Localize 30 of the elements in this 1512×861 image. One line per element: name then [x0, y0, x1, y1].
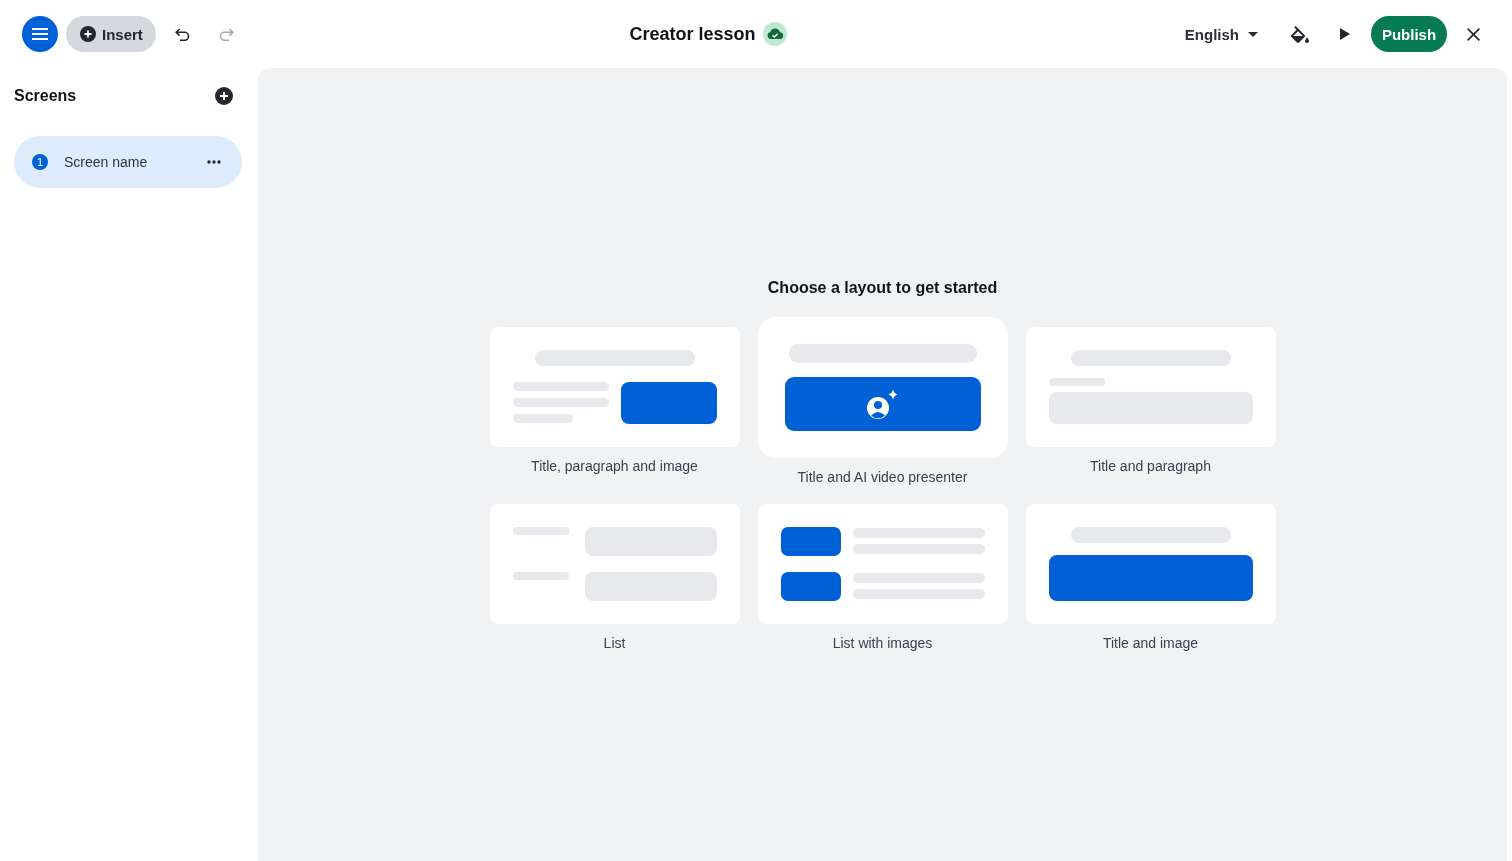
- layout-label: List: [603, 633, 626, 652]
- menu-icon: [32, 28, 48, 40]
- menu-button[interactable]: [22, 16, 58, 52]
- layout-label: Title and image: [1102, 633, 1199, 652]
- close-icon: [1466, 27, 1480, 41]
- layout-label: Title and AI video presenter: [797, 467, 968, 486]
- plus-icon: [215, 87, 233, 105]
- plus-icon: [80, 26, 96, 42]
- insert-button[interactable]: Insert: [66, 16, 156, 52]
- layout-heading: Choose a layout to get started: [767, 277, 998, 298]
- caret-icon: [1248, 31, 1258, 37]
- play-icon: [1340, 28, 1350, 40]
- sidebar-title: Screens: [14, 87, 77, 105]
- screen-item[interactable]: 1 Screen name: [14, 136, 242, 188]
- layout-card[interactable]: [757, 503, 1008, 624]
- paint-bucket-icon: [1291, 25, 1309, 43]
- layout-label: Title, paragraph and image: [531, 457, 698, 475]
- layout-label: List with images: [832, 633, 933, 652]
- layout-card[interactable]: [1025, 503, 1276, 624]
- redo-icon: [218, 27, 234, 41]
- more-icon: [207, 160, 221, 164]
- layout-label: Title and paragraph: [1090, 457, 1211, 475]
- document-title: Creator lesson: [629, 23, 756, 45]
- person-sparkle-icon: [866, 389, 897, 419]
- language-dropdown[interactable]: English: [1176, 21, 1266, 47]
- layout-card[interactable]: [489, 327, 740, 447]
- undo-icon: [174, 27, 190, 41]
- publish-button[interactable]: Publish: [1371, 16, 1447, 52]
- layout-card[interactable]: [757, 316, 1008, 458]
- number-badge: 1: [32, 154, 48, 170]
